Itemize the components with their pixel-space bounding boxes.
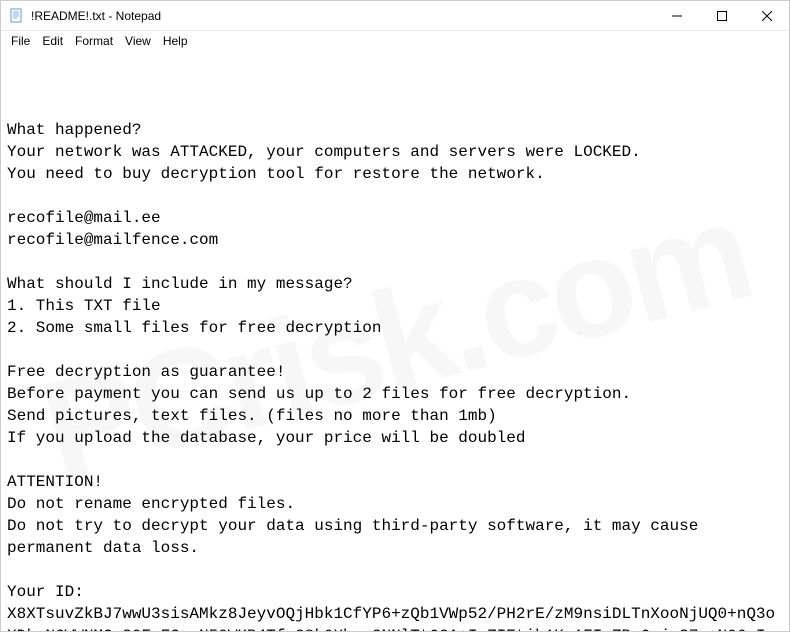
minimize-button[interactable] [654, 1, 699, 30]
menu-edit[interactable]: Edit [36, 33, 69, 49]
text-area[interactable]: PCrisk.com What happened? Your network w… [1, 51, 789, 631]
menu-format[interactable]: Format [69, 33, 119, 49]
window-title: !README!.txt - Notepad [31, 9, 654, 23]
document-body: What happened? Your network was ATTACKED… [7, 119, 783, 631]
close-button[interactable] [744, 1, 789, 30]
notepad-icon [9, 8, 25, 24]
menubar: File Edit Format View Help [1, 31, 789, 51]
window-controls [654, 1, 789, 30]
menu-file[interactable]: File [5, 33, 36, 49]
menu-help[interactable]: Help [157, 33, 194, 49]
titlebar: !README!.txt - Notepad [1, 1, 789, 31]
menu-view[interactable]: View [119, 33, 157, 49]
maximize-button[interactable] [699, 1, 744, 30]
